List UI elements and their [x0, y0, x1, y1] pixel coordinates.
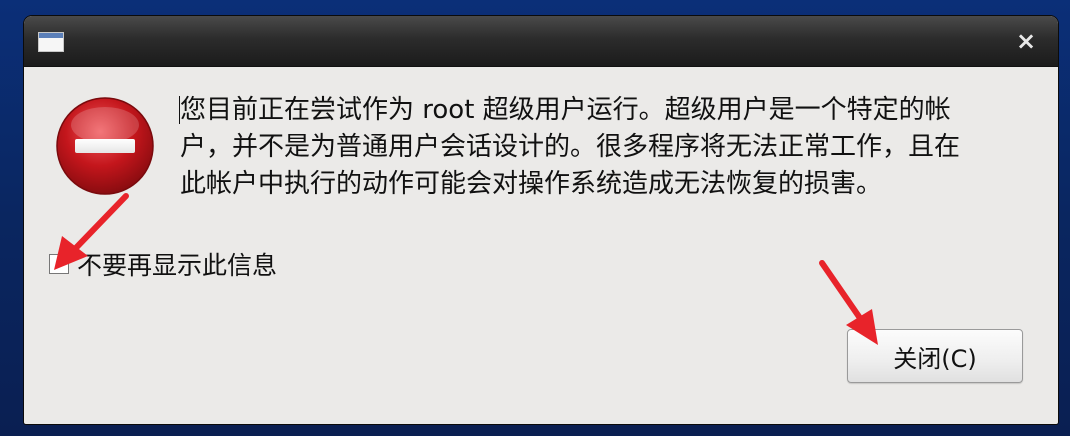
error-stop-icon [56, 97, 154, 195]
close-button[interactable]: 关闭(C) [847, 329, 1023, 383]
desktop-background: × 您目前正在尝试作为 root 超级用户运行。超级用户是一个特定的帐 户，并不… [0, 0, 1070, 436]
close-window-icon[interactable]: × [1014, 27, 1038, 55]
dont-show-again-label[interactable]: 不要再显示此信息 [77, 246, 277, 282]
dialog-message: 您目前正在尝试作为 root 超级用户运行。超级用户是一个特定的帐 户，并不是为… [179, 92, 1040, 203]
warning-dialog: × 您目前正在尝试作为 root 超级用户运行。超级用户是一个特定的帐 户，并不… [24, 16, 1058, 424]
dont-show-again-checkbox[interactable] [49, 254, 69, 274]
title-bar[interactable]: × [24, 16, 1058, 67]
dont-show-again-option[interactable]: 不要再显示此信息 [49, 247, 277, 281]
window-icon [38, 32, 64, 52]
dialog-content: 您目前正在尝试作为 root 超级用户运行。超级用户是一个特定的帐 户，并不是为… [24, 67, 1058, 424]
